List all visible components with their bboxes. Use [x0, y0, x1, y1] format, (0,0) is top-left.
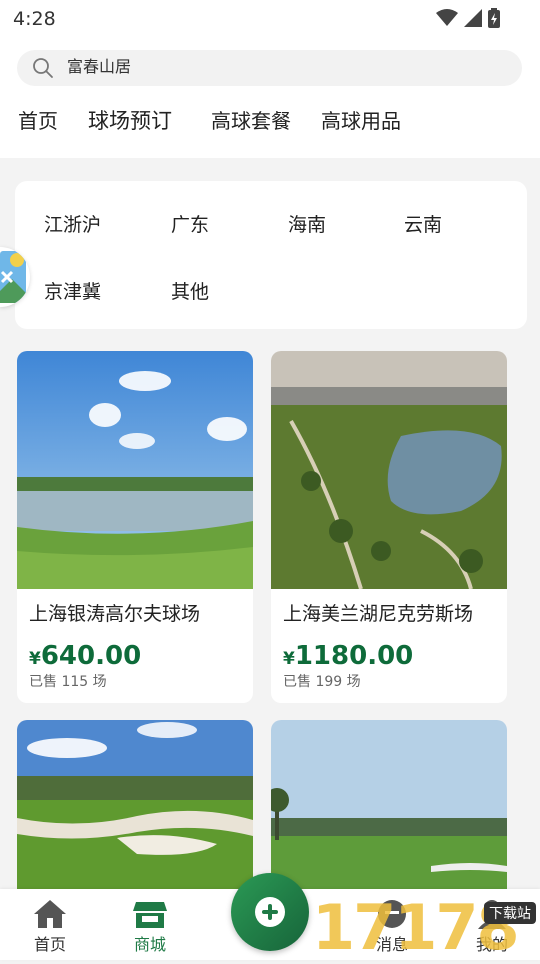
status-icons — [436, 8, 500, 28]
product-card[interactable] — [271, 720, 507, 900]
nav-home[interactable]: 首页 — [10, 889, 90, 960]
product-card[interactable]: 上海银涛高尔夫球场 ¥640.00 已售 115 场 — [17, 351, 253, 703]
region-jingjinji[interactable]: 京津冀 — [44, 280, 101, 304]
home-icon — [34, 900, 66, 928]
region-yunnan[interactable]: 云南 — [404, 213, 442, 237]
golf-course-photo — [17, 720, 253, 900]
region-hainan[interactable]: 海南 — [288, 213, 326, 237]
product-price: ¥1180.00 — [283, 641, 414, 671]
search-icon — [33, 58, 53, 78]
search-input[interactable]: 富春山居 — [67, 57, 131, 77]
signal-icon — [464, 9, 482, 27]
store-icon — [133, 902, 167, 928]
product-card[interactable] — [17, 720, 253, 900]
watermark-tag: 下载站 — [484, 902, 536, 924]
header-area: 4:28 富春山居 首页 球场预订 高球套餐 高球用品 — [0, 0, 540, 158]
product-sold-count: 已售 199 场 — [283, 674, 361, 690]
product-name: 上海银涛高尔夫球场 — [29, 603, 201, 625]
category-tabs: 首页 球场预订 高球套餐 高球用品 — [0, 104, 540, 138]
nav-home-label: 首页 — [33, 935, 66, 954]
tab-golf-supplies[interactable]: 高球用品 — [321, 104, 401, 138]
status-bar: 4:28 — [0, 0, 540, 36]
nav-mall[interactable]: 商城 — [110, 889, 190, 960]
golf-course-photo — [271, 351, 507, 589]
product-sold-count: 已售 115 场 — [29, 674, 107, 690]
region-other[interactable]: 其他 — [171, 280, 209, 304]
add-button[interactable] — [231, 873, 309, 951]
region-jiangzhehu[interactable]: 江浙沪 — [44, 213, 101, 237]
product-card[interactable]: 上海美兰湖尼克劳斯场 ¥1180.00 已售 199 场 — [271, 351, 507, 703]
product-name: 上海美兰湖尼克劳斯场 — [283, 603, 474, 625]
battery-icon — [488, 8, 500, 28]
tab-course-booking[interactable]: 球场预订 — [88, 104, 172, 138]
tab-home[interactable]: 首页 — [18, 104, 58, 138]
nav-mall-label: 商城 — [133, 935, 166, 954]
plus-icon — [255, 897, 285, 927]
tab-golf-packages[interactable]: 高球套餐 — [211, 104, 291, 138]
site-watermark: 17178 下载站 — [312, 892, 540, 964]
status-time: 4:28 — [13, 8, 56, 30]
golf-course-photo — [271, 720, 507, 900]
wifi-icon — [436, 9, 458, 26]
product-price: ¥640.00 — [29, 641, 142, 671]
region-filter: 江浙沪 广东 海南 云南 京津冀 其他 — [15, 181, 527, 329]
search-bar[interactable]: 富春山居 — [17, 50, 522, 86]
golf-course-photo — [17, 351, 253, 589]
region-guangdong[interactable]: 广东 — [171, 213, 209, 237]
